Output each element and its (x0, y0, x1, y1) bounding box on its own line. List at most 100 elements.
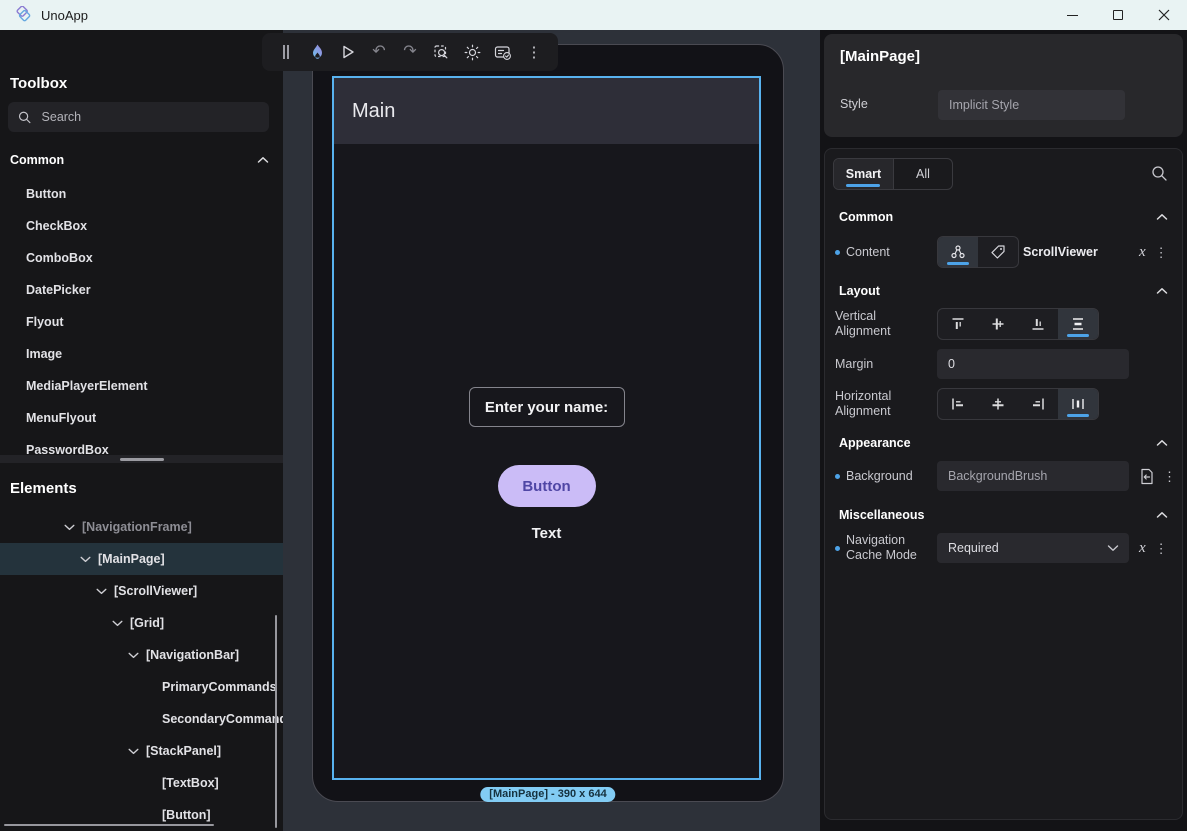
toolbar-drag-handle[interactable] (274, 39, 298, 65)
close-button[interactable] (1141, 0, 1187, 30)
margin-input[interactable]: 0 (937, 349, 1129, 379)
selected-page-outline[interactable]: Main Enter your name: Button Text (332, 76, 761, 780)
margin-label: Margin (835, 357, 873, 372)
toolbox-item[interactable]: Image (0, 338, 283, 370)
design-textbox[interactable]: Enter your name: (469, 387, 625, 427)
chevron-up-icon[interactable] (1156, 213, 1168, 221)
more-kebab-icon[interactable]: ⋮ (1155, 542, 1168, 555)
align-horizontal-center-icon (990, 396, 1006, 412)
background-input[interactable]: BackgroundBrush (937, 461, 1129, 491)
toolbox-search[interactable] (8, 102, 269, 132)
form-factor-button[interactable] (491, 39, 515, 65)
valign-stretch-button[interactable] (1058, 309, 1098, 339)
selection-header-card: [MainPage] Style Implicit Style (824, 34, 1183, 137)
align-vertical-center-icon (990, 316, 1006, 332)
chevron-down-icon[interactable] (128, 652, 146, 659)
theme-toggle-button[interactable] (460, 39, 484, 65)
window-title: UnoApp (41, 8, 88, 23)
minimize-button[interactable] (1049, 0, 1095, 30)
chevron-up-icon[interactable] (1156, 439, 1168, 447)
toolbox-item[interactable]: MediaPlayerElement (0, 370, 283, 402)
chevron-up-icon[interactable] (257, 156, 269, 164)
redo-button[interactable]: ↷ (398, 39, 422, 65)
tree-item[interactable]: [MainPage] (0, 543, 283, 575)
halign-left-button[interactable] (938, 389, 978, 419)
tree-horizontal-scrollbar[interactable] (4, 824, 214, 826)
device-frame: Main Enter your name: Button Text (312, 44, 784, 802)
chevron-up-icon[interactable] (1156, 287, 1168, 295)
design-textblock[interactable]: Text (532, 525, 562, 542)
more-kebab-icon[interactable]: ⋮ (1163, 470, 1176, 483)
tab-smart[interactable]: Smart (834, 159, 893, 189)
mainpage-surface[interactable]: Main Enter your name: Button Text (334, 78, 759, 778)
search-icon (18, 110, 32, 125)
chevron-down-icon[interactable] (128, 748, 146, 755)
layout-section-header[interactable]: Layout (839, 279, 1168, 303)
toolbox-item[interactable]: Flyout (0, 306, 283, 338)
undo-button[interactable]: ↶ (367, 39, 391, 65)
tree-item[interactable]: [NavigationBar] (0, 639, 283, 671)
chevron-down-icon[interactable] (96, 588, 114, 595)
horizontal-alignment-switch (937, 388, 1099, 420)
chevron-down-icon[interactable] (112, 620, 130, 627)
play-button[interactable] (336, 39, 360, 65)
resource-icon[interactable] (1139, 468, 1154, 485)
element-inspect-icon (433, 44, 450, 61)
tree-item[interactable]: SecondaryCommands (0, 703, 283, 735)
binding-x-icon[interactable]: x (1139, 541, 1146, 556)
tree-item[interactable]: PrimaryCommands (0, 671, 283, 703)
halign-stretch-button[interactable] (1058, 389, 1098, 419)
miscellaneous-section-header[interactable]: Miscellaneous (839, 503, 1168, 527)
binding-x-icon[interactable]: x (1139, 245, 1146, 260)
navigation-cache-mode-dropdown[interactable]: Required (937, 533, 1129, 563)
tree-vertical-scrollbar[interactable] (275, 615, 277, 828)
search-input[interactable] (42, 110, 259, 124)
more-kebab-icon[interactable]: ⋮ (1155, 246, 1168, 259)
toolbox-item[interactable]: Button (0, 178, 283, 210)
navigation-bar[interactable]: Main (334, 78, 759, 144)
halign-center-button[interactable] (978, 389, 1018, 419)
panel-splitter[interactable] (0, 455, 283, 463)
content-value: ScrollViewer (1023, 245, 1098, 259)
common-section-header[interactable]: Common (839, 205, 1168, 229)
tree-item[interactable]: [TextBox] (0, 767, 283, 799)
properties-search-button[interactable] (1151, 165, 1168, 182)
stretch-vertical-icon (1070, 316, 1086, 332)
chevron-up-icon[interactable] (1156, 511, 1168, 519)
toolbox-item[interactable]: DatePicker (0, 274, 283, 306)
toolbox-item[interactable]: ComboBox (0, 242, 283, 274)
vertical-alignment-row: Vertical Alignment (825, 308, 1184, 340)
element-icon (950, 244, 966, 260)
properties-panel: [MainPage] Style Implicit Style Smart Al… (820, 30, 1187, 831)
toolbox-item[interactable]: MenuFlyout (0, 402, 283, 434)
selection-size-badge: [MainPage] - 390 x 644 (480, 787, 615, 802)
halign-right-button[interactable] (1018, 389, 1058, 419)
element-inspect-button[interactable] (429, 39, 453, 65)
tree-item[interactable]: [ScrollViewer] (0, 575, 283, 607)
toolbox-item[interactable]: CheckBox (0, 210, 283, 242)
hot-reload-button[interactable] (305, 39, 329, 65)
maximize-icon (1113, 10, 1123, 20)
section-label: Common (10, 153, 64, 167)
tree-item[interactable]: [Button] (0, 799, 283, 831)
toolbar-more-button[interactable]: ⋮ (522, 39, 546, 65)
tree-item[interactable]: [NavigationFrame] (0, 511, 283, 543)
content-element-button[interactable] (938, 237, 978, 267)
maximize-button[interactable] (1095, 0, 1141, 30)
tree-item[interactable]: [Grid] (0, 607, 283, 639)
tab-all[interactable]: All (893, 159, 952, 189)
tree-item[interactable]: [StackPanel] (0, 735, 283, 767)
content-tag-button[interactable] (978, 237, 1018, 267)
toolbox-title: Toolbox (10, 75, 67, 92)
valign-top-button[interactable] (938, 309, 978, 339)
valign-center-button[interactable] (978, 309, 1018, 339)
chevron-down-icon[interactable] (64, 524, 82, 531)
design-button[interactable]: Button (498, 465, 596, 507)
horizontal-alignment-label: Horizontal Alignment (835, 389, 911, 419)
valign-bottom-button[interactable] (1018, 309, 1058, 339)
style-input[interactable]: Implicit Style (938, 90, 1125, 120)
appearance-section-header[interactable]: Appearance (839, 431, 1168, 455)
chevron-down-icon[interactable] (80, 556, 98, 563)
toolbox-section-header[interactable]: Common (10, 153, 269, 167)
navigation-cache-mode-row: Navigation Cache Mode Required x ⋮ (825, 533, 1184, 563)
